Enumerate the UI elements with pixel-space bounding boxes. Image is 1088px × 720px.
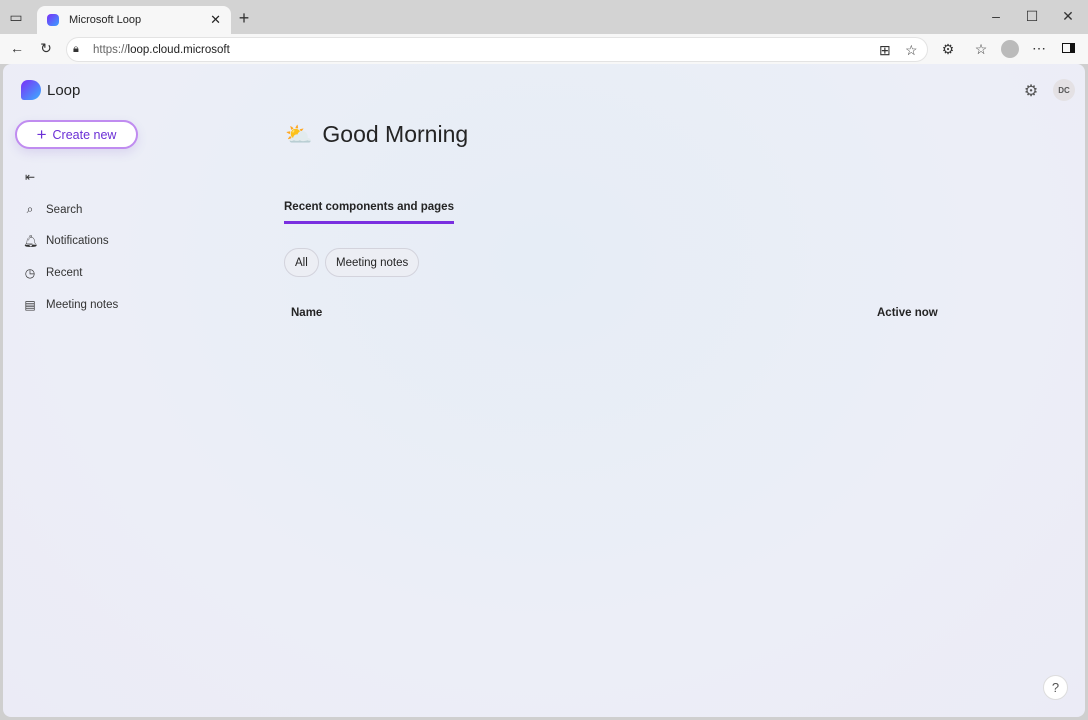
back-icon[interactable]: ← (8, 40, 26, 56)
browser-titlebar: ▭ Microsoft Loop ✕ + – ☐ ✕ (0, 0, 1088, 34)
loop-favicon-icon (47, 14, 59, 26)
nav-recent[interactable]: ◷ Recent (23, 266, 83, 280)
column-active-now[interactable]: Active now (877, 307, 938, 319)
search-icon: ⌕ (26, 202, 34, 216)
collapse-sidebar-icon: ⇤ (24, 170, 36, 184)
collapse-sidebar-button[interactable]: ⇤ (23, 170, 37, 184)
column-name[interactable]: Name (291, 307, 322, 319)
app-available-icon[interactable]: ⊞ (879, 42, 891, 59)
loop-logo-icon (21, 80, 41, 100)
new-tab-icon[interactable]: + (235, 8, 253, 28)
nav-label: Search (46, 203, 83, 216)
favorite-star-icon[interactable]: ☆ (905, 42, 918, 59)
address-bar[interactable]: 🔒︎ https://loop.cloud.microsoft ⊞ ☆ (66, 37, 928, 62)
greeting-text: Good Morning (322, 121, 469, 147)
nav-notifications[interactable]: 🔔︎ Notifications (23, 234, 109, 248)
loop-logo[interactable]: Loop (21, 80, 80, 100)
browser-toolbar: ← ↻ 🔒︎ https://loop.cloud.microsoft ⊞ ☆ … (0, 34, 1088, 64)
url-prefix: https:// (93, 43, 128, 56)
help-button[interactable]: ? (1043, 675, 1068, 700)
close-window-icon[interactable]: ✕ (1060, 8, 1076, 25)
settings-gear-icon[interactable]: ⚙︎ (1022, 81, 1040, 101)
minimize-icon[interactable]: – (988, 8, 1004, 24)
browser-tab[interactable]: Microsoft Loop ✕ (37, 6, 231, 34)
nav-label: Notifications (46, 235, 109, 247)
plus-icon: + (36, 124, 47, 144)
more-icon[interactable]: ⋯ (1031, 40, 1047, 57)
nav-search[interactable]: ⌕ Search (23, 202, 83, 217)
create-new-label: Create new (52, 127, 117, 142)
bell-icon: 🔔︎ (23, 234, 39, 248)
refresh-icon[interactable]: ↻ (37, 40, 55, 57)
sidebar-icon[interactable] (1062, 43, 1075, 53)
lock-icon: 🔒︎ (73, 43, 79, 55)
clock-icon: ◷ (24, 266, 36, 280)
favorites-icon[interactable]: ☆ (973, 41, 989, 58)
avatar[interactable]: DC (1053, 79, 1075, 101)
filter-meeting-notes[interactable]: Meeting notes (325, 248, 420, 277)
extensions-icon[interactable]: ⚙︎ (940, 41, 956, 58)
create-new-button[interactable]: + Create new (15, 120, 138, 149)
greeting: ⛅ Good Morning (285, 121, 468, 148)
loop-app: Loop + Create new ⇤ ⌕ Search 🔔︎ Notificatio… (3, 64, 1085, 717)
close-tab-icon[interactable]: ✕ (210, 12, 221, 28)
notes-icon: ▤ (24, 298, 36, 312)
nav-label: Recent (46, 267, 83, 279)
nav-meeting-notes[interactable]: ▤ Meeting notes (23, 298, 118, 312)
maximize-icon[interactable]: ☐ (1024, 8, 1040, 25)
weather-sun-cloud-icon: ⛅ (285, 121, 313, 147)
filter-all[interactable]: All (284, 248, 319, 277)
profile-icon[interactable] (1001, 40, 1019, 58)
url-host: loop.cloud.microsoft (127, 43, 230, 56)
tab-recent-components[interactable]: Recent components and pages (284, 201, 454, 224)
sidebar-toggle-icon[interactable]: ▭ (8, 9, 24, 25)
nav-label: Meeting notes (46, 299, 119, 311)
tab-title: Microsoft Loop (69, 14, 142, 26)
app-name: Loop (47, 81, 81, 99)
